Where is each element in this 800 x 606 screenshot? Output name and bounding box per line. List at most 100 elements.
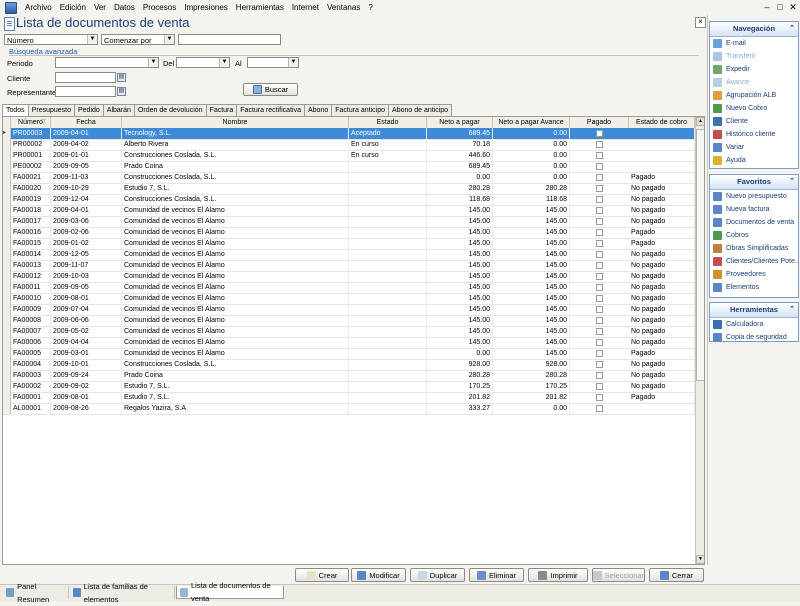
sidebar-item-calculadora[interactable]: Calculadora <box>710 318 798 331</box>
pagado-checkbox[interactable] <box>595 141 603 148</box>
menu-item[interactable]: Ventanas <box>323 3 364 12</box>
search-field-select[interactable]: Número ▼ <box>4 34 98 45</box>
row-selector[interactable] <box>3 216 11 227</box>
sidebar-item-avance[interactable]: Avance <box>710 76 798 89</box>
row-selector[interactable] <box>3 161 11 172</box>
doc-tab[interactable]: Panel Resumen <box>3 582 69 604</box>
cliente-field[interactable] <box>55 72 116 83</box>
sidebar-item-cobros[interactable]: Cobros <box>710 229 798 242</box>
row-selector[interactable] <box>3 337 11 348</box>
pagado-checkbox[interactable] <box>595 361 603 368</box>
favoritos-header[interactable]: Favoritos ⌃ <box>710 175 798 190</box>
close-window-icon[interactable]: ✕ <box>787 2 799 12</box>
date-from-field[interactable]: ▼ <box>176 57 230 68</box>
pagado-checkbox[interactable] <box>595 273 603 280</box>
column-header-fecha[interactable]: Fecha <box>51 117 122 128</box>
pagado-checkbox[interactable] <box>595 163 603 170</box>
tab-factura-anticipo[interactable]: Factura anticipo <box>331 104 390 116</box>
minimize-icon[interactable]: ‒ <box>761 2 773 12</box>
cliente-lookup-icon[interactable]: ▤ <box>117 73 126 82</box>
column-header-neto[interactable]: Neto a pagar <box>427 117 493 128</box>
sidebar-item-obras-simplificadas[interactable]: Obras Simplificadas <box>710 242 798 255</box>
sidebar-item-clientes-clientes-pote-[interactable]: Clientes/Clientes Pote... <box>710 255 798 268</box>
doc-tab[interactable]: Lista de documentos de venta <box>176 581 284 603</box>
imprimir-button[interactable]: Imprimir <box>528 568 588 582</box>
pagado-checkbox[interactable] <box>595 185 603 192</box>
doc-tab[interactable]: Lista de familias de elementos <box>70 582 175 604</box>
row-selector[interactable] <box>3 260 11 271</box>
maximize-icon[interactable]: □ <box>774 2 786 12</box>
pagado-checkbox[interactable] <box>595 394 603 401</box>
sidebar-item-copia-de-seguridad[interactable]: Copia de seguridad <box>710 331 798 344</box>
pagado-checkbox[interactable] <box>595 174 603 181</box>
close-panel-icon[interactable]: × <box>695 17 706 28</box>
column-header-avance[interactable]: Neto a pagar Avance <box>493 117 570 128</box>
navegacion-header[interactable]: Navegación ⌃ <box>710 22 798 37</box>
column-header-nombre[interactable]: Nombre <box>122 117 349 128</box>
pagado-checkbox[interactable] <box>595 152 603 159</box>
representante-field[interactable] <box>55 86 116 97</box>
pagado-checkbox[interactable] <box>595 306 603 313</box>
pagado-checkbox[interactable] <box>595 284 603 291</box>
menu-item[interactable]: Ver <box>90 3 110 12</box>
tab-factura-rectificativa[interactable]: Factura rectificativa <box>236 104 305 116</box>
row-selector[interactable] <box>3 227 11 238</box>
table-row[interactable]: AL00001 2009-08-26 Regalos Yazira, S.A 333.… <box>3 403 695 415</box>
row-selector[interactable] <box>3 238 11 249</box>
row-selector[interactable] <box>3 403 11 414</box>
vertical-scrollbar[interactable]: ▲ ▼ <box>695 117 704 564</box>
menu-item[interactable]: Procesos <box>139 3 180 12</box>
sidebar-item-variar[interactable]: Variar <box>710 141 798 154</box>
row-selector[interactable] <box>3 304 11 315</box>
tab-factura[interactable]: Factura <box>205 104 238 116</box>
tab-abono[interactable]: Abono <box>303 104 333 116</box>
pagado-checkbox[interactable] <box>595 295 603 302</box>
pagado-checkbox[interactable] <box>595 328 603 335</box>
row-selector[interactable]: ▸ <box>3 128 11 139</box>
pagado-checkbox[interactable] <box>595 339 603 346</box>
sidebar-item-elementos[interactable]: Elementos <box>710 281 798 294</box>
column-header-estado[interactable]: Estado <box>349 117 427 128</box>
row-selector[interactable] <box>3 359 11 370</box>
row-selector[interactable] <box>3 271 11 282</box>
search-input[interactable] <box>178 34 281 45</box>
pagado-checkbox[interactable] <box>595 262 603 269</box>
sidebar-item-agrupación-alb[interactable]: Agrupación ALB <box>710 89 798 102</box>
pagado-checkbox[interactable] <box>595 196 603 203</box>
row-selector[interactable] <box>3 205 11 216</box>
menu-item[interactable]: ? <box>364 3 376 12</box>
periodo-select[interactable]: ▼ <box>55 57 159 68</box>
sidebar-item-transferir[interactable]: Transferir <box>710 50 798 63</box>
duplicar-button[interactable]: Duplicar <box>410 568 465 582</box>
sidebar-item-expedir[interactable]: Expedir <box>710 63 798 76</box>
row-selector[interactable] <box>3 315 11 326</box>
scroll-thumb[interactable] <box>696 129 704 381</box>
menu-item[interactable]: Internet <box>288 3 323 12</box>
date-to-field[interactable]: ▼ <box>247 57 299 68</box>
sidebar-item-nuevo-presupuesto[interactable]: Nuevo presupuesto <box>710 190 798 203</box>
eliminar-button[interactable]: Eliminar <box>469 568 524 582</box>
pagado-checkbox[interactable] <box>595 240 603 247</box>
cerrar-button[interactable]: Cerrar <box>649 568 704 582</box>
menu-item[interactable]: Archivo <box>21 3 56 12</box>
tab-orden-de-devolución[interactable]: Orden de devolución <box>133 104 207 116</box>
column-header-pagado[interactable]: Pagado <box>570 117 629 128</box>
row-selector[interactable] <box>3 392 11 403</box>
sidebar-item-nuevo-cobro[interactable]: Nuevo Cobro <box>710 102 798 115</box>
menu-item[interactable]: Herramientas <box>232 3 288 12</box>
sidebar-item-proveedores[interactable]: Proveedores <box>710 268 798 281</box>
scroll-down-icon[interactable]: ▼ <box>696 555 704 564</box>
tab-abono-de-anticipo[interactable]: Abono de anticipo <box>388 104 453 116</box>
pagado-checkbox[interactable] <box>595 317 603 324</box>
herramientas-header[interactable]: Herramientas ⌃ <box>710 303 798 318</box>
crear-button[interactable]: Crear <box>295 568 349 582</box>
pagado-checkbox[interactable] <box>595 350 603 357</box>
search-button[interactable]: Buscar <box>243 83 298 96</box>
row-selector[interactable] <box>3 370 11 381</box>
sidebar-item-nueva-factura[interactable]: Nueva factura <box>710 203 798 216</box>
pagado-checkbox[interactable] <box>595 405 603 412</box>
row-selector[interactable] <box>3 172 11 183</box>
sidebar-item-ayuda[interactable]: Ayuda <box>710 154 798 167</box>
tab-pedido[interactable]: Pedido <box>74 104 104 116</box>
collapse-icon[interactable]: ⌃ <box>789 175 795 189</box>
